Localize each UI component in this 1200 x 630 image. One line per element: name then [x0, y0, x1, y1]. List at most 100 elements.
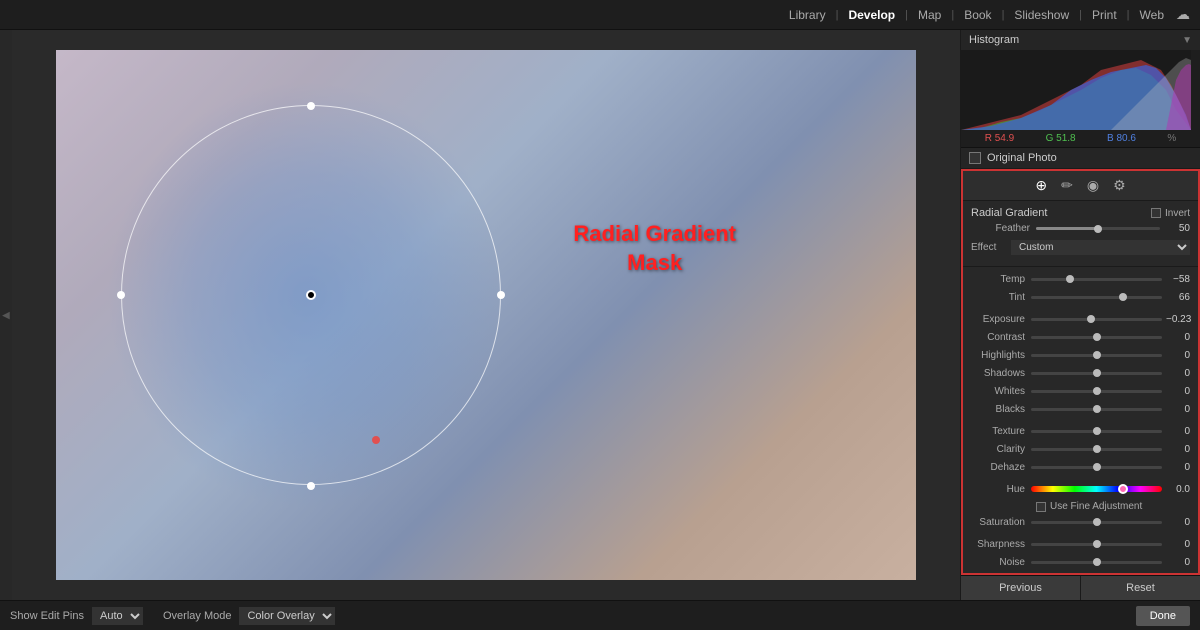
nav-library[interactable]: Library — [789, 8, 826, 22]
feather-slider-row: Feather 50 — [971, 223, 1190, 234]
shadows-row: Shadows 0 — [971, 365, 1190, 381]
radial-gradient-section: Radial Gradient Invert Feather 50 — [963, 201, 1198, 267]
texture-label: Texture — [971, 426, 1031, 437]
highlights-slider[interactable] — [1031, 354, 1162, 357]
saturation-label: Saturation — [971, 517, 1031, 528]
photo-canvas-area[interactable]: Radial Gradient Mask — [12, 30, 960, 600]
tint-row: Tint 66 — [971, 289, 1190, 305]
fine-adjustment-row: Use Fine Adjustment — [1036, 499, 1190, 514]
nav-separator-3: | — [951, 9, 954, 21]
invert-label: Invert — [1151, 208, 1190, 219]
contrast-label: Contrast — [971, 332, 1031, 343]
fine-adj-checkbox[interactable] — [1036, 502, 1046, 512]
noise-slider[interactable] — [1031, 561, 1162, 564]
auto-select[interactable]: Auto — [92, 607, 143, 625]
bottom-buttons: Previous Reset — [961, 575, 1200, 600]
noise-row: Noise 0 — [971, 554, 1190, 570]
dehaze-value: 0 — [1162, 462, 1190, 473]
control-point-right[interactable] — [497, 291, 505, 299]
sharpness-slider[interactable] — [1031, 543, 1162, 546]
saturation-value: 0 — [1162, 517, 1190, 528]
original-photo-label: Original Photo — [987, 152, 1057, 164]
right-panel: Histogram ▼ — [960, 30, 1200, 600]
histogram-title: Histogram — [969, 34, 1019, 46]
tint-slider[interactable] — [1031, 296, 1162, 299]
histogram-svg — [961, 50, 1191, 130]
nav-slideshow[interactable]: Slideshow — [1014, 8, 1069, 22]
whites-value: 0 — [1162, 386, 1190, 397]
tint-label: Tint — [971, 292, 1031, 303]
show-edit-pins-label: Show Edit Pins — [10, 610, 84, 622]
bottom-toolbar: Show Edit Pins Auto Overlay Mode Color O… — [0, 600, 1200, 630]
dehaze-slider[interactable] — [1031, 466, 1162, 469]
control-point-center[interactable] — [306, 290, 316, 300]
noise-label: Noise — [971, 557, 1031, 568]
control-point-top[interactable] — [307, 102, 315, 110]
histogram-chevron-icon[interactable]: ▼ — [1182, 35, 1192, 46]
nav-separator-5: | — [1079, 9, 1082, 21]
reset-button[interactable]: Reset — [1081, 576, 1200, 600]
highlights-row: Highlights 0 — [971, 347, 1190, 363]
fine-adj-label: Use Fine Adjustment — [1050, 501, 1142, 512]
settings-tool-icon[interactable]: ⚙ — [1113, 177, 1126, 194]
left-collapse-panel[interactable]: ▶ — [0, 30, 12, 600]
temp-value: −58 — [1162, 274, 1190, 285]
hue-thumb — [1118, 484, 1128, 494]
original-photo-bar: Original Photo — [961, 148, 1200, 169]
nav-develop[interactable]: Develop — [848, 8, 895, 22]
control-point-bottom[interactable] — [307, 482, 315, 490]
contrast-slider[interactable] — [1031, 336, 1162, 339]
clarity-row: Clarity 0 — [971, 441, 1190, 457]
contrast-value: 0 — [1162, 332, 1190, 343]
effect-label: Effect — [971, 242, 1011, 253]
shadows-slider[interactable] — [1031, 372, 1162, 375]
radial-header: Radial Gradient Invert — [971, 207, 1190, 219]
whites-slider[interactable] — [1031, 390, 1162, 393]
clarity-label: Clarity — [971, 444, 1031, 455]
nav-separator-4: | — [1002, 9, 1005, 21]
clarity-slider[interactable] — [1031, 448, 1162, 451]
exposure-slider[interactable] — [1031, 318, 1162, 321]
temp-row: Temp −58 — [971, 271, 1190, 287]
histogram-percent-icon: % — [1167, 133, 1176, 144]
texture-value: 0 — [1162, 426, 1190, 437]
blacks-slider[interactable] — [1031, 408, 1162, 411]
histogram-title-bar: Histogram ▼ — [961, 30, 1200, 50]
control-point-left[interactable] — [117, 291, 125, 299]
brush-tool-icon[interactable]: ✏ — [1061, 177, 1073, 194]
top-navigation: Library | Develop | Map | Book | Slidesh… — [0, 0, 1200, 30]
exposure-row: Exposure −0.23 — [971, 311, 1190, 327]
photo-canvas: Radial Gradient Mask — [56, 50, 916, 580]
hue-slider[interactable] — [1031, 486, 1162, 492]
hue-row: Hue 0.0 — [971, 481, 1190, 497]
feather-slider[interactable] — [1036, 227, 1160, 230]
nav-book[interactable]: Book — [964, 8, 991, 22]
texture-slider[interactable] — [1031, 430, 1162, 433]
left-arrow-icon: ▶ — [2, 310, 10, 321]
eye-tool-icon[interactable]: ◉ — [1087, 177, 1099, 194]
histogram-canvas — [961, 50, 1191, 130]
sharpness-value: 0 — [1162, 539, 1190, 550]
shadows-label: Shadows — [971, 368, 1031, 379]
invert-checkbox[interactable] — [1151, 208, 1161, 218]
color-overlay-select[interactable]: Color Overlay — [239, 607, 335, 625]
effect-select[interactable]: Custom — [1011, 240, 1190, 255]
previous-button[interactable]: Previous — [961, 576, 1081, 600]
tool-icons-row: ⊕ ✏ ◉ ⚙ — [963, 171, 1198, 201]
hue-label: Hue — [971, 484, 1031, 495]
saturation-slider[interactable] — [1031, 521, 1162, 524]
original-photo-checkbox[interactable] — [969, 152, 981, 164]
control-point-rotation[interactable] — [372, 436, 380, 444]
mask-tool-icon[interactable]: ⊕ — [1035, 177, 1047, 194]
nav-map[interactable]: Map — [918, 8, 941, 22]
nav-print[interactable]: Print — [1092, 8, 1117, 22]
sharpness-row: Sharpness 0 — [971, 536, 1190, 552]
contrast-row: Contrast 0 — [971, 329, 1190, 345]
mask-label: Radial Gradient Mask — [573, 220, 736, 277]
tint-value: 66 — [1162, 292, 1190, 303]
temp-slider[interactable] — [1031, 278, 1162, 281]
shadows-value: 0 — [1162, 368, 1190, 379]
nav-web[interactable]: Web — [1140, 8, 1164, 22]
done-button[interactable]: Done — [1136, 606, 1190, 626]
texture-row: Texture 0 — [971, 423, 1190, 439]
